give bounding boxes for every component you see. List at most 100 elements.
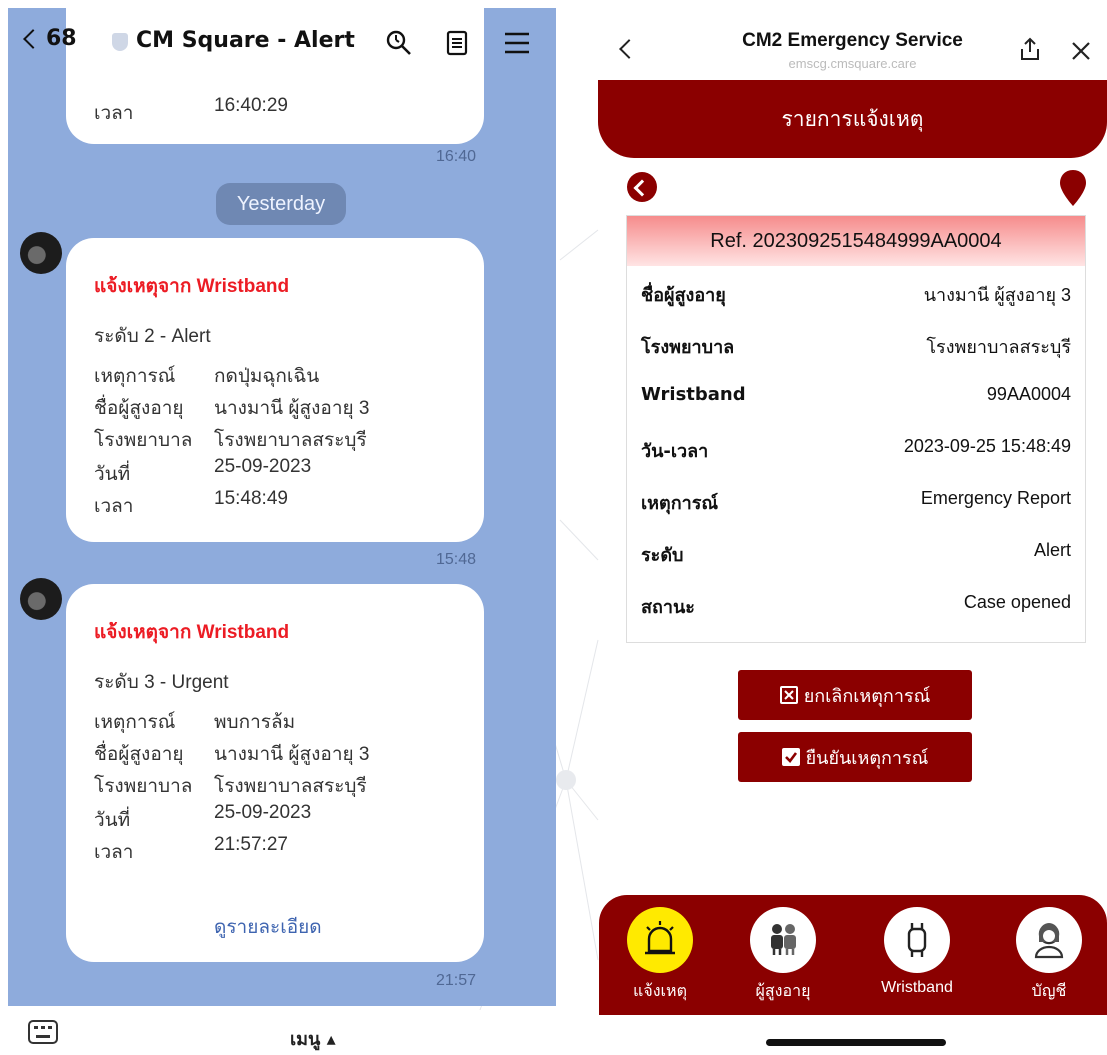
- row-label: ชื่อผู้สูงอายุ: [94, 398, 184, 419]
- reference-number: Ref. 2023092515484999AA0004: [627, 216, 1085, 266]
- notes-icon[interactable]: [442, 28, 472, 58]
- detail-label: ชื่อผู้สูงอายุ: [641, 285, 726, 306]
- row-label: เหตุการณ์: [94, 712, 176, 733]
- detail-value: Case opened: [963, 592, 1071, 612]
- alert-message-bubble: แจ้งเหตุจาก Wristband ระดับ 3 - Urgent เ…: [66, 584, 484, 962]
- message-timestamp: 21:57: [435, 972, 476, 989]
- view-details-link[interactable]: ดูรายละเอียด: [214, 912, 322, 942]
- detail-label: วัน-เวลา: [641, 441, 709, 462]
- message-row: เหตุการณ์ พบการล้ม: [94, 707, 295, 737]
- line-chat-panel: เวลา 16:40:29 16:40 68 CM Square - Alert …: [8, 8, 556, 1006]
- row-label: เวลา: [94, 103, 134, 124]
- row-value: โรงพยาบาลสระบุรี: [214, 430, 367, 451]
- detail-row: สถานะ Case opened: [641, 592, 1071, 622]
- message-row: ชื่อผู้สูงอายุ นางมานี ผู้สูงอายุ 3: [94, 393, 369, 423]
- message-row: เหตุการณ์ กดปุ่มฉุกเฉิน: [94, 361, 319, 391]
- detail-value: Alert: [1033, 540, 1071, 560]
- detail-value: 2023-09-25 15:48:49: [903, 436, 1071, 456]
- chat-footer: เมนู ▴: [0, 1010, 556, 1055]
- nav-item-incidents[interactable]: แจ้งเหตุ: [610, 907, 710, 1004]
- detail-label: โรงพยาบาล: [641, 337, 735, 358]
- keyboard-icon[interactable]: [28, 1020, 58, 1044]
- row-label: ชื่อผู้สูงอายุ: [94, 744, 184, 765]
- detail-row: เหตุการณ์ Emergency Report: [641, 488, 1071, 518]
- confirm-incident-label: ยืนยันเหตุการณ์: [805, 747, 929, 769]
- cancel-incident-label: ยกเลิกเหตุการณ์: [803, 685, 931, 707]
- message-timestamp: 15:48: [435, 551, 476, 568]
- unread-count: 68: [46, 26, 77, 51]
- message-title: แจ้งเหตุจาก Wristband: [94, 622, 290, 643]
- message-row: เวลา 21:57:27: [94, 834, 288, 867]
- nav-item-elderly[interactable]: ผู้สูงอายุ: [733, 907, 833, 1004]
- menu-toggle[interactable]: เมนู ▴: [290, 1024, 336, 1053]
- map-pin-icon[interactable]: [1060, 170, 1086, 206]
- webview-header: CM2 Emergency Service emscg.cmsquare.car…: [598, 0, 1107, 80]
- bot-avatar[interactable]: [20, 232, 62, 274]
- nav-label: แจ้งเหตุ: [633, 983, 687, 1000]
- detail-label: ระดับ: [641, 545, 684, 566]
- user-account-icon: [1016, 907, 1082, 973]
- row-value: 15:48:49: [214, 488, 288, 509]
- row-value: นางมานี ผู้สูงอายุ 3: [214, 398, 370, 419]
- detail-value: นางมานี ผู้สูงอายุ 3: [923, 285, 1071, 305]
- row-label: เวลา: [94, 842, 134, 863]
- share-icon[interactable]: [1018, 36, 1042, 62]
- detail-value: 99AA0004: [986, 384, 1071, 404]
- detail-row: วัน-เวลา 2023-09-25 15:48:49: [641, 436, 1071, 466]
- row-label: โรงพยาบาล: [94, 776, 193, 797]
- close-icon[interactable]: [1070, 40, 1092, 62]
- row-value: 21:57:27: [214, 834, 288, 855]
- search-icon[interactable]: [384, 28, 414, 58]
- chat-title: CM Square - Alert: [136, 28, 355, 53]
- row-label: เวลา: [94, 496, 134, 517]
- bottom-navigation: แจ้งเหตุ ผู้สูงอายุ Wristband บัญชี: [599, 895, 1107, 1015]
- detail-label: สถานะ: [641, 597, 695, 618]
- row-value: กดปุ่มฉุกเฉิน: [214, 366, 320, 387]
- nav-item-wristband[interactable]: Wristband: [867, 907, 967, 997]
- row-value: โรงพยาบาลสระบุรี: [214, 776, 367, 797]
- detail-label: เหตุการณ์: [641, 493, 719, 514]
- message-row: โรงพยาบาล โรงพยาบาลสระบุรี: [94, 425, 367, 455]
- row-value: 25-09-2023: [214, 802, 312, 823]
- check-box-icon: [781, 748, 800, 766]
- message-level: ระดับ 2 - Alert: [94, 326, 211, 347]
- message-row: วันที่ 25-09-2023: [94, 456, 312, 489]
- page-banner: รายการแจ้งเหตุ: [598, 80, 1107, 158]
- confirm-incident-button[interactable]: ยืนยันเหตุการณ์: [738, 732, 972, 782]
- message-timestamp: 16:40: [435, 148, 476, 165]
- nav-label: บัญชี: [1031, 983, 1067, 1000]
- message-row: เวลา 15:48:49: [94, 488, 288, 521]
- alarm-siren-icon: [627, 907, 693, 973]
- hamburger-menu-icon[interactable]: [502, 28, 532, 58]
- back-arrow-icon[interactable]: [627, 172, 657, 202]
- message-row: โรงพยาบาล โรงพยาบาลสระบุรี: [94, 771, 367, 801]
- nav-item-account[interactable]: บัญชี: [999, 907, 1099, 1004]
- detail-row: ชื่อผู้สูงอายุ นางมานี ผู้สูงอายุ 3: [641, 280, 1071, 310]
- back-button[interactable]: 68: [23, 26, 77, 51]
- shield-icon: [112, 33, 128, 51]
- message-row: ชื่อผู้สูงอายุ นางมานี ผู้สูงอายุ 3: [94, 739, 369, 769]
- row-label: เหตุการณ์: [94, 366, 176, 387]
- row-value: 16:40:29: [214, 95, 288, 116]
- alert-message-bubble: แจ้งเหตุจาก Wristband ระดับ 2 - Alert เห…: [66, 238, 484, 542]
- row-value: 25-09-2023: [214, 456, 312, 477]
- incident-detail-card: Ref. 2023092515484999AA0004 ชื่อผู้สูงอา…: [626, 215, 1086, 643]
- detail-value: โรงพยาบาลสระบุรี: [926, 337, 1071, 357]
- message-title: แจ้งเหตุจาก Wristband: [94, 276, 290, 297]
- message-row: เวลา 16:40:29: [94, 95, 288, 128]
- cancel-incident-button[interactable]: ยกเลิกเหตุการณ์: [738, 670, 972, 720]
- chevron-left-icon: [23, 28, 43, 49]
- row-label: วันที่: [94, 464, 131, 485]
- bot-avatar[interactable]: [20, 578, 62, 620]
- elderly-couple-icon: [750, 907, 816, 973]
- message-level: ระดับ 3 - Urgent: [94, 672, 229, 693]
- row-value: พบการล้ม: [214, 712, 296, 733]
- nav-label: Wristband: [881, 979, 953, 996]
- detail-row: Wristband 99AA0004: [641, 384, 1071, 414]
- detail-row: โรงพยาบาล โรงพยาบาลสระบุรี: [641, 332, 1071, 362]
- date-separator: Yesterday: [216, 183, 346, 225]
- row-label: วันที่: [94, 810, 131, 831]
- message-row: วันที่ 25-09-2023: [94, 802, 312, 835]
- nav-label: ผู้สูงอายุ: [755, 983, 811, 1000]
- chat-header: 68 CM Square - Alert: [8, 8, 556, 78]
